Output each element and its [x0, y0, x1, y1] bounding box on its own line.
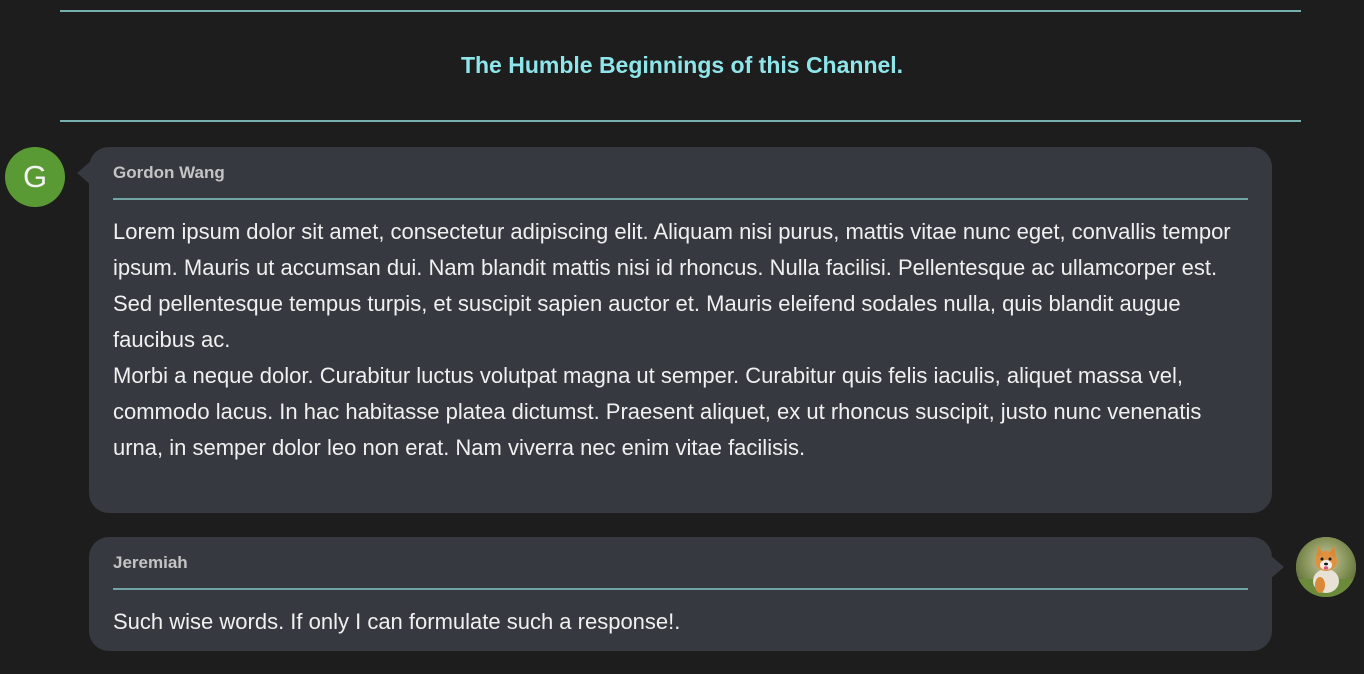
message-divider — [113, 198, 1248, 200]
message-paragraph: Lorem ipsum dolor sit amet, consectetur … — [113, 219, 1231, 352]
top-divider — [60, 10, 1301, 12]
bubble-tail — [1270, 555, 1284, 579]
message-body: Such wise words. If only I can formulate… — [113, 604, 1248, 640]
bottom-divider — [60, 120, 1301, 122]
message-author[interactable]: Gordon Wang — [113, 161, 1248, 185]
avatar-gordon-wang[interactable]: G — [5, 147, 65, 207]
dog-photo-avatar-icon — [1296, 537, 1356, 597]
message-paragraph: Morbi a neque dolor. Curabitur luctus vo… — [113, 363, 1202, 460]
message-bubble: Jeremiah Such wise words. If only I can … — [89, 537, 1284, 651]
chat-page: The Humble Beginnings of this Channel. G… — [0, 0, 1364, 674]
bubble-tail — [77, 161, 91, 185]
message-paragraph: Such wise words. If only I can formulate… — [113, 609, 681, 634]
channel-title: The Humble Beginnings of this Channel. — [460, 52, 904, 78]
message-bubble: Gordon Wang Lorem ipsum dolor sit amet, … — [77, 147, 1272, 513]
message-divider — [113, 588, 1248, 590]
message-author[interactable]: Jeremiah — [113, 551, 1248, 575]
avatar-jeremiah[interactable] — [1296, 537, 1356, 597]
message-body: Lorem ipsum dolor sit amet, consectetur … — [113, 214, 1248, 466]
